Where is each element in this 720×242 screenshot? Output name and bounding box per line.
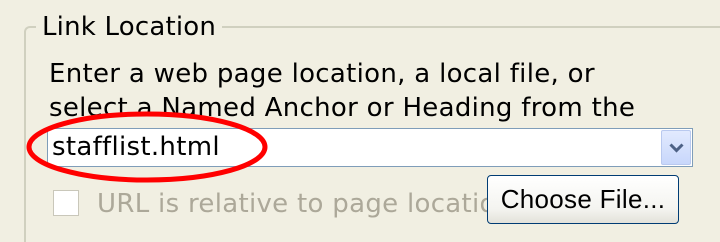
link-location-panel: Link Location Enter a web page location,…	[0, 0, 720, 242]
location-input[interactable]: stafflist.html	[52, 130, 220, 165]
location-combobox[interactable]: stafflist.html	[47, 128, 693, 167]
relative-url-checkbox[interactable]	[53, 190, 79, 216]
dropdown-button[interactable]	[661, 130, 691, 165]
chevron-down-icon	[669, 143, 684, 153]
choose-file-button[interactable]: Choose File...	[487, 175, 679, 224]
relative-url-label: URL is relative to page location	[97, 189, 513, 219]
groupbox-legend: Link Location	[36, 10, 223, 44]
